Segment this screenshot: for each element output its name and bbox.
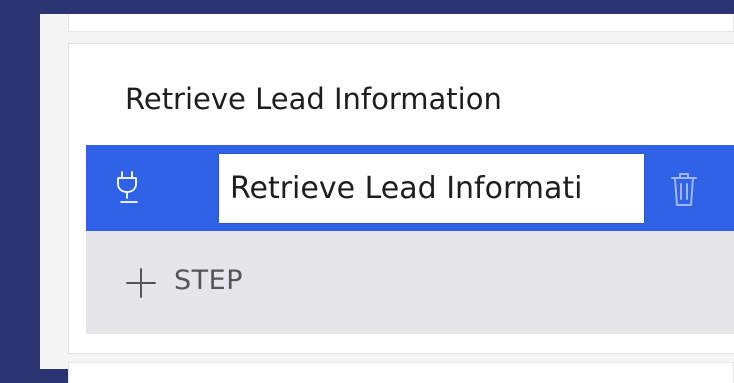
plug-icon — [117, 171, 138, 203]
add-step-label: STEP — [174, 265, 243, 296]
add-step-button[interactable]: STEP — [86, 231, 734, 334]
plus-icon — [126, 268, 156, 298]
workspace: Retrieve Lead Information Retrieve Lead … — [40, 14, 734, 383]
step-row-selected[interactable] — [86, 145, 734, 231]
step-name-input[interactable] — [218, 153, 645, 224]
stage-title: Retrieve Lead Information — [125, 82, 502, 116]
previous-stage-card — [68, 14, 734, 32]
stage-card: Retrieve Lead Information Retrieve Lead … — [68, 43, 734, 354]
next-stage-card — [68, 362, 734, 383]
trash-icon[interactable] — [670, 171, 698, 207]
